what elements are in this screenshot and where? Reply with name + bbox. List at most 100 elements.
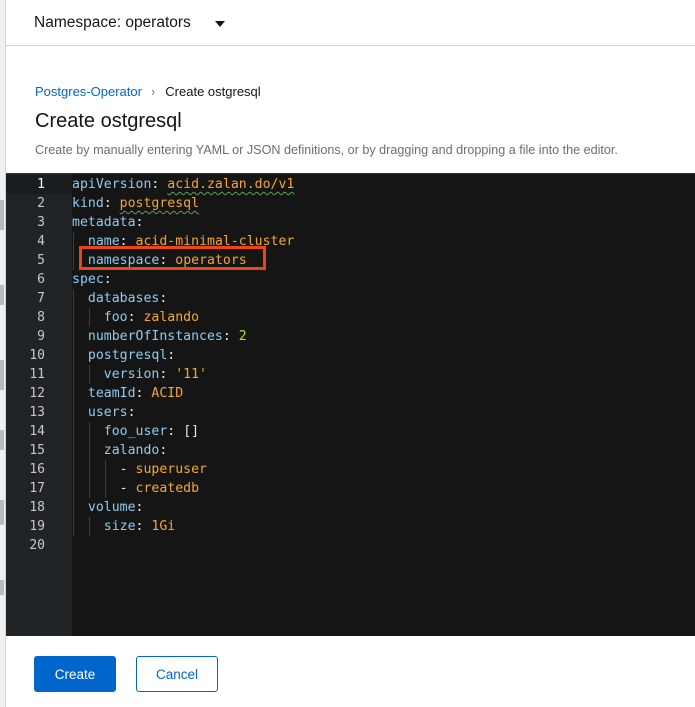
yaml-value: createdb [135,481,200,496]
yaml-separator: : [159,443,168,458]
code-line: - superuser [72,460,207,479]
yaml-separator: : [135,215,144,230]
namespace-label: Namespace: operators [34,14,191,31]
namespace-highlight-box [79,246,266,270]
code-line: users: [72,403,136,422]
yaml-separator: : [159,291,168,306]
yaml-separator: : [135,500,144,515]
code-line: databases: [72,289,167,308]
line-number: 15 [29,443,45,458]
yaml-separator: - [119,462,136,477]
code-line: - createdb [72,479,199,498]
yaml-separator: : [127,405,136,420]
line-number: 16 [29,462,45,477]
yaml-key: volume [87,500,136,515]
line-number: 11 [29,367,45,382]
yaml-value: 1Gi [151,519,176,534]
yaml-separator: : [167,424,184,439]
code-line: foo_user: [] [72,422,199,441]
caret-down-icon [214,21,225,27]
line-number: 5 [37,253,45,268]
yaml-separator: : [151,177,168,192]
namespace-bar: Namespace: operators [6,0,695,46]
code-line: teamId: ACID [72,384,183,403]
yaml-separator: : [167,348,176,363]
code-line: kind: postgresql [72,194,199,213]
yaml-value: [] [183,424,200,439]
yaml-editor[interactable]: apiVersion: acid.zalan.do/v1 kind: postgr… [6,173,695,636]
line-number: 6 [37,272,45,287]
line-number: 2 [37,196,45,211]
yaml-value: zalando [143,310,200,325]
code-line: zalando: [72,441,168,460]
line-number: 8 [37,310,45,325]
breadcrumb-current: Create ostgresql [165,83,261,99]
cancel-button[interactable]: Cancel [136,656,218,692]
breadcrumb-link-operator[interactable]: Postgres-Operator [35,84,142,99]
line-number: 14 [29,424,45,439]
chevron-right-icon: › [151,83,155,99]
line-number: 9 [37,329,45,344]
yaml-key: postgresql [87,348,168,363]
yaml-key: zalando [103,443,160,458]
code-line: metadata: [72,213,143,232]
code-line: size: 1Gi [72,517,175,536]
page-help-text: Create by manually entering YAML or JSON… [35,143,618,157]
yaml-key: spec [72,272,104,287]
yaml-separator: : [135,519,152,534]
yaml-separator: : [222,329,239,344]
line-number: 10 [29,348,45,363]
breadcrumb: Postgres-Operator › Create ostgresql [35,82,261,100]
namespace-dropdown[interactable]: Namespace: operators [34,10,225,36]
yaml-value: '11' [175,367,207,382]
line-number: 4 [37,234,45,249]
line-number: 12 [29,386,45,401]
line-number: 19 [29,519,45,534]
yaml-key: foo [103,310,128,325]
code-line: numberOfInstances: 2 [72,327,247,346]
code-line: version: '11' [72,365,207,384]
yaml-key: users [87,405,128,420]
yaml-key: metadata [72,215,136,230]
code-line: volume: [72,498,144,517]
yaml-key: version [103,367,160,382]
yaml-separator: : [135,386,152,401]
code-line: foo: zalando [72,308,199,327]
line-number: 18 [29,500,45,515]
yaml-value: 2 [238,329,247,344]
yaml-value: acid.zalan.do/v1 [167,177,295,192]
code-line: spec: [72,270,112,289]
yaml-value: postgresql [119,196,200,211]
yaml-separator: : [103,196,120,211]
line-number: 17 [29,481,45,496]
yaml-key: numberOfInstances [87,329,223,344]
yaml-separator: - [119,481,136,496]
yaml-key: size [103,519,136,534]
yaml-separator: : [127,310,144,325]
create-button[interactable]: Create [34,656,116,692]
yaml-key: apiVersion [72,177,152,192]
yaml-key: databases [87,291,160,306]
yaml-value: ACID [151,386,184,401]
yaml-key: kind [72,196,104,211]
line-number: 1 [37,177,45,192]
line-number: 20 [29,538,45,553]
yaml-separator: : [159,367,176,382]
line-number: 3 [37,215,45,230]
line-number: 13 [29,405,45,420]
page-title: Create ostgresql [35,110,182,132]
yaml-key: foo_user [103,424,168,439]
line-number: 7 [37,291,45,306]
